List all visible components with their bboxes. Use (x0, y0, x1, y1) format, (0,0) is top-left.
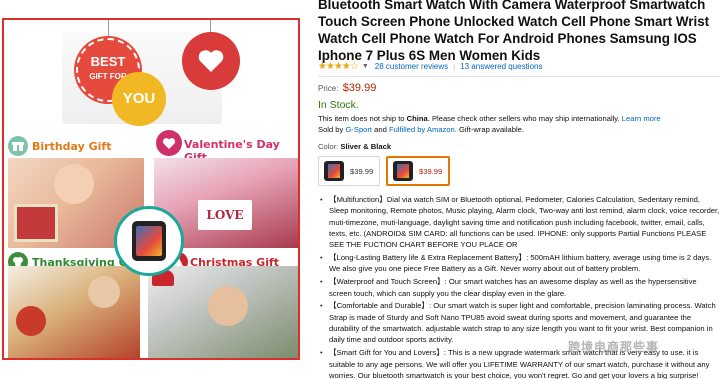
color-selector-label: Color: Sliver & Black (318, 142, 392, 151)
chevron-down-icon[interactable]: ▼ (362, 63, 369, 70)
color-swatch[interactable]: $39.99 (318, 156, 380, 186)
birthday-gift-label: Birthday Gift (32, 140, 112, 153)
best-text: BEST (90, 54, 126, 69)
gift-box-icon (8, 136, 28, 156)
thanksgiving-photo (8, 266, 140, 358)
bullet-multifunction: 【Multifunction】Dial via watch SIM or Blu… (318, 194, 720, 250)
selected-color: Sliver & Black (340, 142, 392, 151)
divider (318, 76, 720, 77)
fulfilled-by-amazon-link[interactable]: Fulfilled by Amazon (389, 125, 455, 134)
sold-by: Sold by G-Sport and Fulfilled by Amazon.… (318, 125, 525, 134)
heart-icon (156, 130, 182, 156)
bullet-waterproof: 【Waterproof and Touch Screen】: Our smart… (318, 276, 720, 299)
color-swatch-selected[interactable]: $39.99 (386, 156, 450, 186)
heart-badge (182, 32, 240, 90)
price-label: Price: (318, 84, 339, 93)
learn-more-link[interactable]: Learn more (622, 114, 661, 123)
price-row: Price: $39.99 (318, 82, 376, 94)
love-card: LOVE (198, 200, 252, 230)
product-title: Bluetooth Smart Watch With Camera Waterp… (318, 0, 710, 63)
heart-icon (198, 50, 224, 72)
answered-questions-link[interactable]: 13 answered questions (460, 62, 542, 71)
watch-icon (132, 221, 166, 261)
bullet-comfortable: 【Comfortable and Durable】: Our smart wat… (318, 300, 720, 345)
swatch-price: $39.99 (419, 166, 443, 176)
christmas-photo (148, 266, 298, 358)
watch-thumbnail-icon (324, 161, 344, 181)
watch-thumbnail-icon (393, 161, 413, 181)
you-badge: YOU (112, 72, 166, 126)
shipping-note: This item does not ship to China. Please… (318, 114, 661, 123)
banner-string (108, 20, 109, 40)
price-value: $39.99 (342, 82, 377, 94)
ship-country: China (406, 114, 428, 123)
watermark: 跨境电商那些事 (568, 340, 660, 354)
bullet-smart-gift: 【Smart Gift for You and Lovers】: This is… (318, 347, 720, 379)
customer-reviews-link[interactable]: 28 customer reviews (375, 62, 448, 71)
product-image-gallery[interactable]: BEST GIFT FOR YOU Birthday Gift Valentin… (2, 18, 300, 360)
bullet-battery: 【Long-Lasting Battery life & Extra Repla… (318, 252, 720, 275)
product-details: Bluetooth Smart Watch With Camera Waterp… (318, 0, 720, 379)
seller-link[interactable]: G-Sport (345, 125, 372, 134)
feature-bullets: 【Multifunction】Dial via watch SIM or Blu… (318, 194, 720, 379)
stock-status: In Stock. (318, 99, 359, 111)
separator: | (453, 62, 456, 71)
swatch-price: $39.99 (350, 166, 374, 176)
rating-row: ★★★★☆ ▼ 28 customer reviews | 13 answere… (318, 61, 720, 72)
smartwatch-product-thumb (114, 206, 184, 276)
star-rating-icon[interactable]: ★★★★☆ (318, 61, 359, 72)
